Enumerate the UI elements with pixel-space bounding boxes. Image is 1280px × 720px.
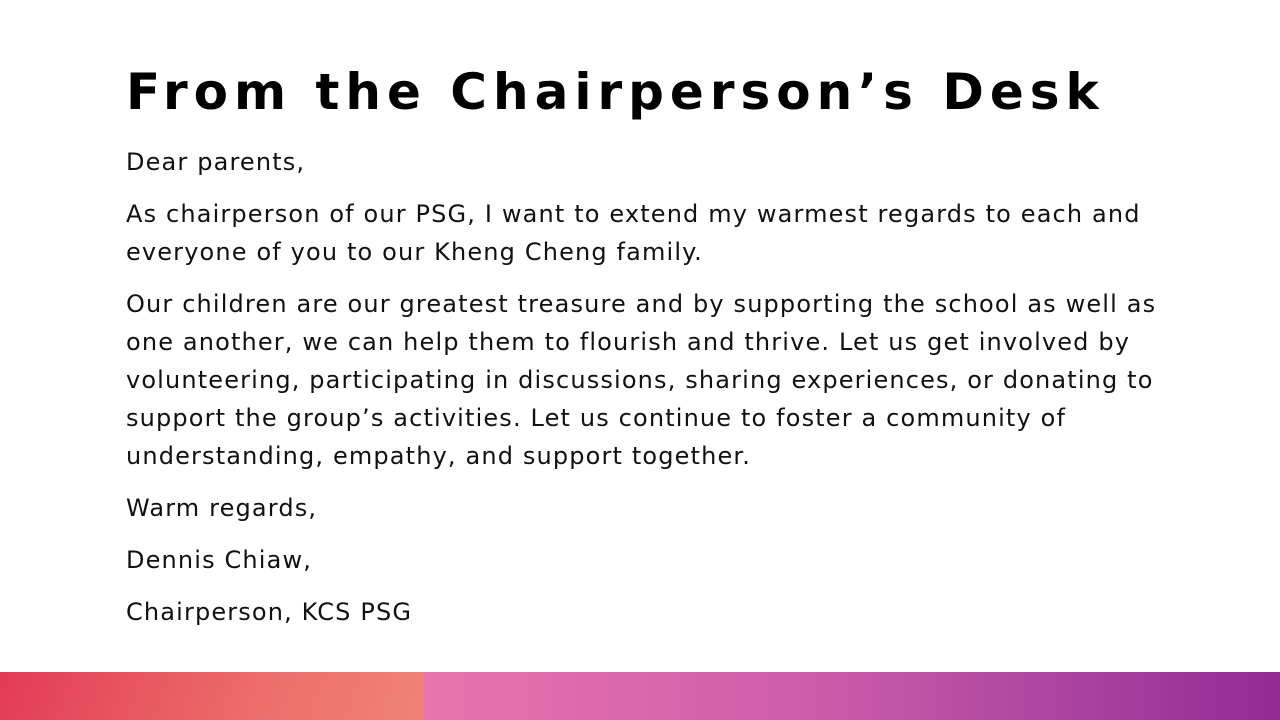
slide-title: From the Chairperson’s Desk <box>126 63 1105 121</box>
salutation: Dear parents, <box>126 148 306 176</box>
signature-name: Dennis Chiaw, <box>126 546 313 574</box>
signature-title: Chairperson, KCS PSG <box>126 598 413 626</box>
footer-bar-right-segment <box>424 672 1280 720</box>
paragraph-main: Our children are our greatest treasure a… <box>126 290 1157 470</box>
footer-gradient-bar <box>0 672 1280 720</box>
footer-bar-left-segment <box>0 672 424 720</box>
paragraph-greeting: As chairperson of our PSG, I want to ext… <box>126 200 1141 266</box>
slide-content: From the Chairperson’s Desk Dear parents… <box>126 62 1186 645</box>
closing: Warm regards, <box>126 494 318 522</box>
letter-body: Dear parents, As chairperson of our PSG,… <box>126 143 1186 631</box>
